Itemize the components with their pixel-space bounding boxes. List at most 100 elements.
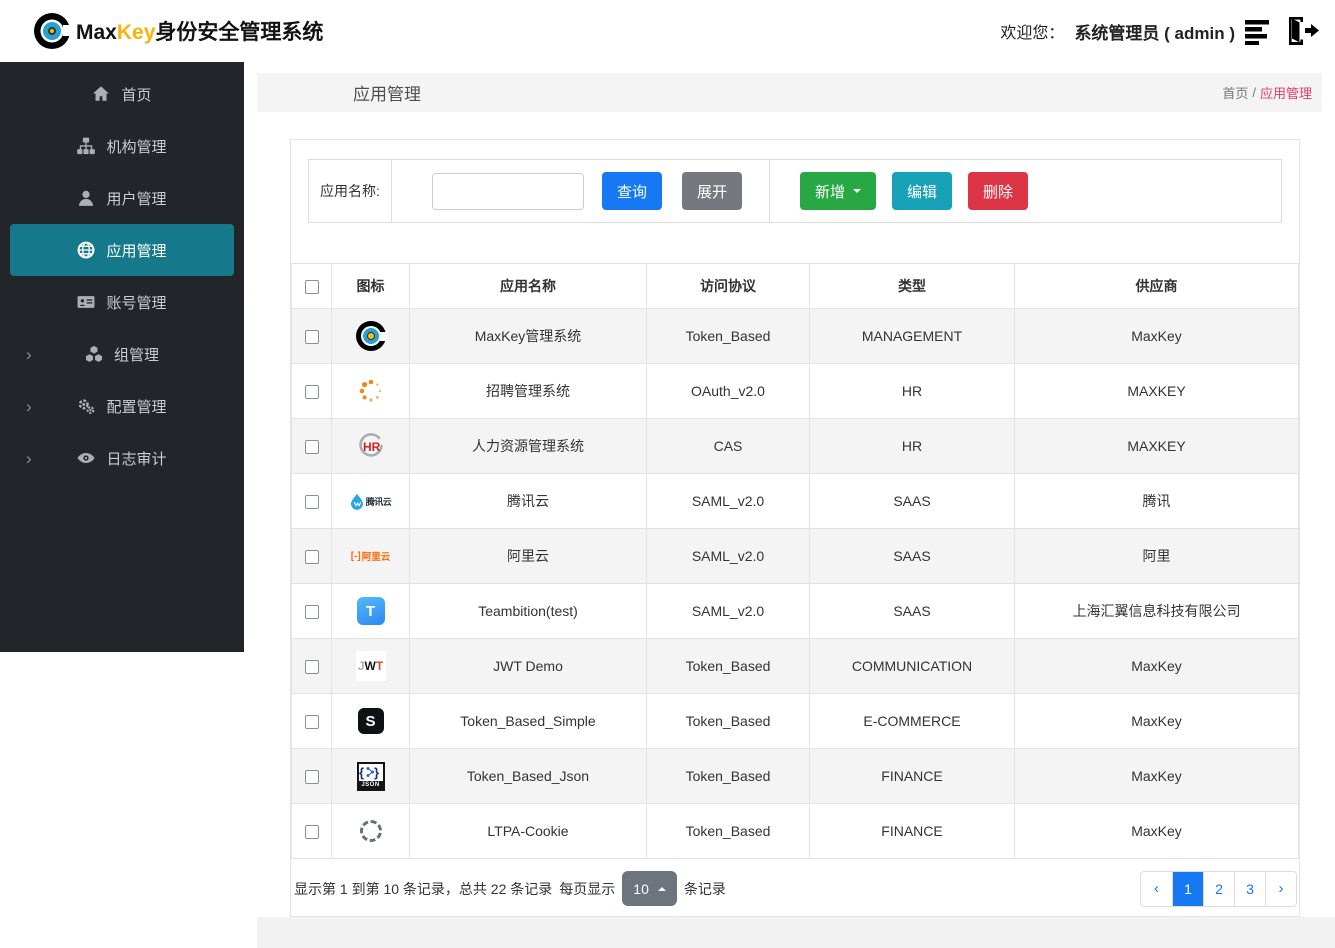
vendor-cell: 阿里 — [1014, 528, 1299, 584]
table-row[interactable]: 招聘管理系统 OAuth_v2.0 HR MAXKEY — [291, 363, 1299, 419]
column-header: 应用名称 — [409, 263, 647, 309]
welcome-area: 欢迎您： 系统管理员 ( admin ) — [1000, 15, 1319, 47]
spinner-dots-icon — [338, 376, 403, 406]
breadcrumb-separator: / — [1252, 85, 1256, 100]
breadcrumb: 首页 / 应用管理 — [1222, 73, 1312, 112]
row-checkbox-cell — [291, 693, 332, 749]
page-prev-button[interactable]: ‹ — [1141, 871, 1172, 906]
menu-list-icon[interactable] — [1245, 17, 1275, 45]
row-checkbox[interactable] — [304, 770, 319, 785]
table-row[interactable]: HR 人力资源管理系统 CAS HR MAXKEY — [291, 418, 1299, 474]
expand-button[interactable]: 展开 — [682, 172, 743, 210]
app-management-panel: 应用名称: 查询 展开 新增 编辑 删除 图标 应用名称 访问协议 类型 供应商 Max… — [290, 139, 1300, 917]
delete-button[interactable]: 删除 — [968, 172, 1029, 210]
breadcrumb-current[interactable]: 应用管理 — [1260, 83, 1312, 102]
id-card-icon — [77, 293, 95, 311]
app-name-cell: Teambition(test) — [409, 583, 647, 639]
row-checkbox-cell — [291, 363, 332, 419]
vendor-cell: MaxKey — [1014, 308, 1299, 364]
row-checkbox[interactable] — [304, 550, 319, 565]
table-row[interactable]: LTPA-Cookie Token_Based FINANCE MaxKey — [291, 803, 1299, 859]
sidebar-item-account[interactable]: 账号管理 — [10, 276, 234, 328]
row-checkbox-cell — [291, 473, 332, 529]
footer-strip — [257, 917, 1335, 948]
row-checkbox[interactable] — [304, 385, 319, 400]
page-next-button[interactable]: › — [1265, 871, 1296, 906]
app-icon-cell: [-] 阿里云 — [331, 528, 410, 584]
row-checkbox-cell — [291, 308, 332, 364]
table-row[interactable]: S Token_Based_Simple Token_Based E-COMMERCE… — [291, 693, 1299, 749]
query-button[interactable]: 查询 — [602, 172, 663, 210]
table-header-row: 图标 应用名称 访问协议 类型 供应商 — [291, 263, 1299, 309]
row-checkbox-cell — [291, 803, 332, 859]
app-name-input[interactable] — [432, 172, 584, 210]
row-checkbox[interactable] — [304, 825, 319, 840]
page-number-button[interactable]: 3 — [1234, 871, 1265, 906]
table-row[interactable]: J W T JWT Demo Token_Based COMMUNICATION MaxKe… — [291, 638, 1299, 694]
category-cell: COMMUNICATION — [809, 638, 1015, 694]
gears-icon — [77, 397, 95, 415]
row-checkbox[interactable] — [304, 495, 319, 510]
app-icon-cell — [331, 308, 410, 364]
protocol-cell: Token_Based — [646, 748, 810, 804]
maxkey-logo-icon — [34, 13, 72, 49]
row-checkbox[interactable] — [304, 660, 319, 675]
sidebar-item-label: 机构管理 — [106, 138, 167, 156]
eye-icon — [77, 449, 95, 467]
table-row[interactable]: 腾讯云 腾讯云 SAML_v2.0 SAAS 腾讯 — [291, 473, 1299, 529]
app-icon-cell: {} JSON — [331, 748, 410, 804]
add-button[interactable]: 新增 — [800, 172, 877, 210]
records-info: 显示第 1 到第 10 条记录，总共 22 条记录 — [294, 880, 553, 897]
sidebar-item-user[interactable]: 用户管理 — [10, 172, 234, 224]
current-user: 系统管理员 ( admin ) — [1074, 23, 1235, 43]
row-checkbox[interactable] — [304, 605, 319, 620]
row-checkbox[interactable] — [304, 715, 319, 730]
edit-button[interactable]: 编辑 — [892, 172, 953, 210]
home-icon — [92, 85, 110, 103]
app-icon-cell: JWT — [331, 638, 410, 694]
app-icon-cell: 腾讯云 — [331, 473, 410, 529]
cubes-icon — [85, 345, 103, 363]
app-name-cell: JWT Demo — [409, 638, 647, 694]
chevron-right-icon: › — [26, 448, 32, 468]
table-row[interactable]: {} JSON Token_Based_Json Token_Based FINANCE… — [291, 748, 1299, 804]
protocol-cell: CAS — [646, 418, 810, 474]
select-all-checkbox[interactable] — [304, 280, 319, 295]
row-checkbox-cell — [291, 583, 332, 639]
page-size-dropdown[interactable]: 10 — [622, 871, 677, 906]
row-checkbox-cell — [291, 418, 332, 474]
sidebar-item-group[interactable]: › 组管理 — [10, 328, 234, 380]
column-header: 图标 — [331, 263, 410, 309]
app-name-cell: 腾讯云 — [409, 473, 647, 529]
app-icon-cell — [331, 803, 410, 859]
table-row[interactable]: MaxKey管理系统 Token_Based MANAGEMENT MaxKey — [291, 308, 1299, 364]
page-number-button[interactable]: 2 — [1203, 871, 1234, 906]
tencent-cloud-icon: 腾讯云 — [338, 493, 403, 510]
breadcrumb-home[interactable]: 首页 — [1222, 83, 1248, 102]
aliyun-icon: [-] 阿里云 — [350, 550, 391, 564]
applications-table: 图标 应用名称 访问协议 类型 供应商 MaxKey管理系统 Token_Based MAN… — [291, 263, 1299, 859]
sidebar-item-org[interactable]: 机构管理 — [10, 120, 234, 172]
titlebar: 应用管理 首页 / 应用管理 — [257, 73, 1322, 112]
row-checkbox[interactable] — [304, 440, 319, 455]
page-number-button[interactable]: 1 — [1172, 871, 1203, 906]
svg-text:HR: HR — [363, 440, 381, 454]
caret-down-icon — [853, 189, 862, 193]
table-row[interactable]: [-] 阿里云 阿里云 SAML_v2.0 SAAS 阿里 — [291, 528, 1299, 584]
row-checkbox[interactable] — [304, 330, 319, 345]
category-cell: FINANCE — [809, 803, 1015, 859]
sidebar-item-log[interactable]: › 日志审计 — [10, 432, 234, 484]
pagination-info: 显示第 1 到第 10 条记录，总共 22 条记录 每页显示 10 条记录 — [291, 871, 726, 906]
column-header: 类型 — [809, 263, 1015, 309]
app-icon-cell: S — [331, 693, 410, 749]
sidebar-item-home[interactable]: 首页 — [10, 68, 234, 120]
sidebar-item-config[interactable]: › 配置管理 — [10, 380, 234, 432]
table-row[interactable]: T Teambition(test) SAML_v2.0 SAAS 上海汇翼信息科技有限… — [291, 583, 1299, 639]
teambition-icon: T — [338, 597, 403, 625]
app-name-cell: Token_Based_Simple — [409, 693, 647, 749]
app-icon-cell — [331, 363, 410, 419]
vendor-cell: MAXKEY — [1014, 418, 1299, 474]
globe-icon — [77, 241, 95, 259]
logout-icon[interactable] — [1285, 15, 1319, 47]
sidebar-item-app[interactable]: 应用管理 — [10, 224, 234, 276]
